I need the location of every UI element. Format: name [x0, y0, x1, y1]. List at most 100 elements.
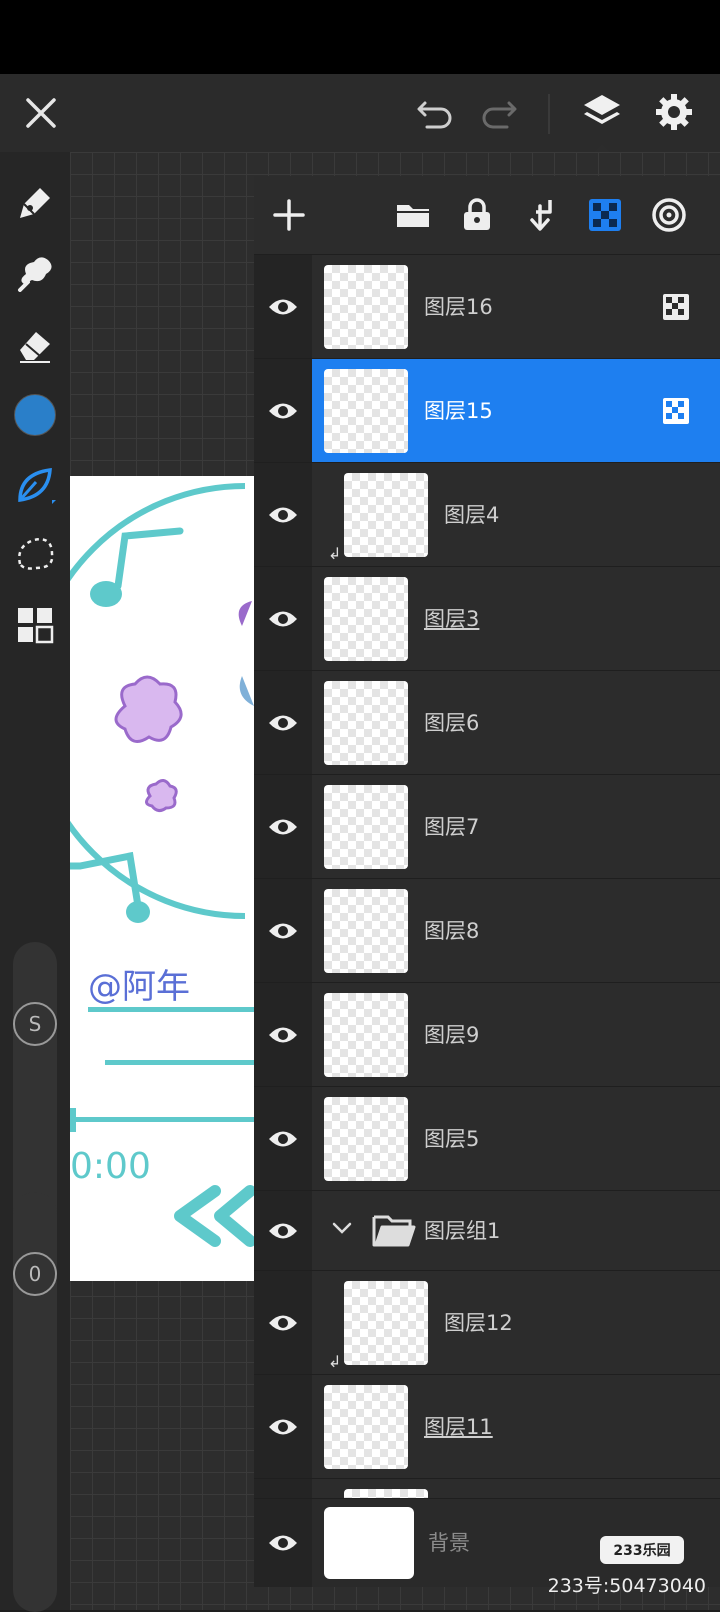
layer-thumbnail — [344, 1281, 428, 1365]
layer-body[interactable]: 图层8 — [312, 879, 720, 983]
eye-icon[interactable] — [254, 775, 312, 879]
eye-icon[interactable] — [254, 983, 312, 1087]
grid-menu-icon[interactable] — [12, 602, 58, 648]
time-text: 0:00 — [70, 1146, 151, 1187]
eye-icon[interactable] — [254, 1499, 312, 1587]
handle-text: @阿年 — [88, 967, 190, 1007]
layer-thumbnail — [324, 785, 408, 869]
layers-icon[interactable] — [578, 88, 626, 136]
layer-name: 图层5 — [424, 1127, 480, 1151]
lock-icon[interactable] — [452, 190, 502, 240]
close-icon[interactable] — [18, 90, 64, 136]
layer-row[interactable]: 图层7 — [254, 774, 720, 879]
layer-body[interactable]: 图层组1 — [312, 1191, 720, 1271]
layer-body[interactable]: 图层16 — [312, 255, 720, 359]
layer-body[interactable]: 图层5 — [312, 1087, 720, 1191]
layer-row-partial[interactable] — [254, 1478, 720, 1499]
artwork-illustration: @阿年 0:00 — [70, 483, 255, 1247]
layer-thumbnail — [324, 1097, 408, 1181]
undo-icon[interactable] — [412, 90, 458, 136]
layer-row[interactable]: 图层6 — [254, 670, 720, 775]
layer-thumbnail — [324, 681, 408, 765]
layer-name: 图层4 — [444, 503, 500, 527]
layer-thumbnail — [324, 1385, 408, 1469]
smudge-icon[interactable] — [12, 250, 58, 296]
ink-brush-icon[interactable] — [12, 462, 58, 508]
color-swatch[interactable] — [12, 392, 58, 438]
folder-open-icon — [372, 1215, 416, 1247]
layer-row[interactable]: 图层11 — [254, 1374, 720, 1479]
layer-name: 图层7 — [424, 815, 480, 839]
eye-icon[interactable] — [254, 1191, 312, 1271]
status-bar — [0, 0, 720, 74]
eye-icon[interactable] — [254, 1375, 312, 1479]
lasso-selection-icon[interactable] — [12, 532, 58, 578]
layer-body[interactable]: 图层15 — [312, 359, 720, 463]
eye-icon[interactable] — [254, 879, 312, 983]
eye-icon[interactable] — [254, 255, 312, 359]
drawing-canvas[interactable]: @阿年 0:00 — [70, 476, 255, 1281]
blend-icon[interactable] — [644, 190, 694, 240]
layer-body[interactable]: 图层9 — [312, 983, 720, 1087]
layer-row[interactable]: 图层16 — [254, 254, 720, 359]
layer-thumbnail — [324, 577, 408, 661]
folder-icon[interactable] — [388, 190, 438, 240]
top-bar — [0, 74, 720, 154]
watermark-text: 233号:50473040 — [547, 1575, 706, 1597]
background-color-swatch[interactable] — [324, 1507, 414, 1579]
layer-row[interactable]: 图层5 — [254, 1086, 720, 1191]
layer-row[interactable]: ↲ 图层4 — [254, 462, 720, 567]
eye-icon[interactable] — [254, 1087, 312, 1191]
layer-body[interactable]: 图层3 — [312, 567, 720, 671]
eye-icon[interactable] — [254, 359, 312, 463]
alpha-lock-icon[interactable] — [580, 190, 630, 240]
pen-icon[interactable] — [12, 180, 58, 226]
eye-icon[interactable] — [254, 463, 312, 567]
layer-name: 图层9 — [424, 1023, 480, 1047]
layer-name: 图层6 — [424, 711, 480, 735]
alpha-lock-indicator-icon[interactable] — [662, 293, 690, 321]
layer-body — [312, 1479, 720, 1499]
layer-body[interactable]: 图层7 — [312, 775, 720, 879]
layer-row[interactable]: 图层9 — [254, 982, 720, 1087]
toolbar-divider — [548, 94, 550, 134]
layers-panel-header — [254, 176, 720, 254]
layer-body[interactable]: 图层6 — [312, 671, 720, 775]
layer-thumbnail — [324, 369, 408, 453]
layer-name: 图层16 — [424, 295, 493, 319]
layer-name: 图层8 — [424, 919, 480, 943]
clip-mask-icon[interactable] — [516, 190, 566, 240]
eye-icon[interactable] — [254, 671, 312, 775]
layer-body[interactable]: ↲ 图层12 — [312, 1271, 720, 1375]
eye-column — [254, 1479, 312, 1499]
layer-row[interactable]: 图层3 — [254, 566, 720, 671]
eye-icon[interactable] — [254, 567, 312, 671]
layer-body[interactable]: ↲ 图层4 — [312, 463, 720, 567]
layer-name: 图层11 — [424, 1415, 493, 1439]
settings-icon[interactable] — [650, 88, 698, 136]
add-layer-icon[interactable] — [264, 190, 314, 240]
layer-group-row[interactable]: 图层组1 — [254, 1190, 720, 1271]
clip-arrow-icon: ↲ — [328, 544, 342, 563]
layer-row[interactable]: ↲ 图层12 — [254, 1270, 720, 1375]
layers-panel: 图层16 图层15 ↲ 图层4 图层3 图层6 图层7 图层8 图层9 图层5 … — [254, 176, 720, 1587]
left-toolbar: S 0 — [0, 152, 70, 1612]
opacity-label: 0 — [13, 1252, 57, 1296]
size-label: S — [13, 1002, 57, 1046]
eraser-icon[interactable] — [12, 322, 58, 368]
layer-thumbnail — [324, 265, 408, 349]
chevron-down-icon[interactable] — [332, 1221, 352, 1235]
layer-name: 图层3 — [424, 607, 480, 631]
layer-row[interactable]: 图层8 — [254, 878, 720, 983]
redo-icon[interactable] — [476, 90, 522, 136]
layer-body[interactable]: 图层11 — [312, 1375, 720, 1479]
watermark-logo: 233乐园 — [600, 1536, 684, 1564]
group-name: 图层组1 — [424, 1219, 501, 1243]
eye-icon[interactable] — [254, 1271, 312, 1375]
alpha-lock-indicator-icon[interactable] — [662, 397, 690, 425]
layer-row-selected[interactable]: 图层15 — [254, 358, 720, 463]
layer-thumbnail — [344, 473, 428, 557]
layer-name: 图层15 — [424, 399, 493, 423]
layer-thumbnail — [324, 889, 408, 973]
background-layer-name: 背景 — [428, 1531, 470, 1555]
